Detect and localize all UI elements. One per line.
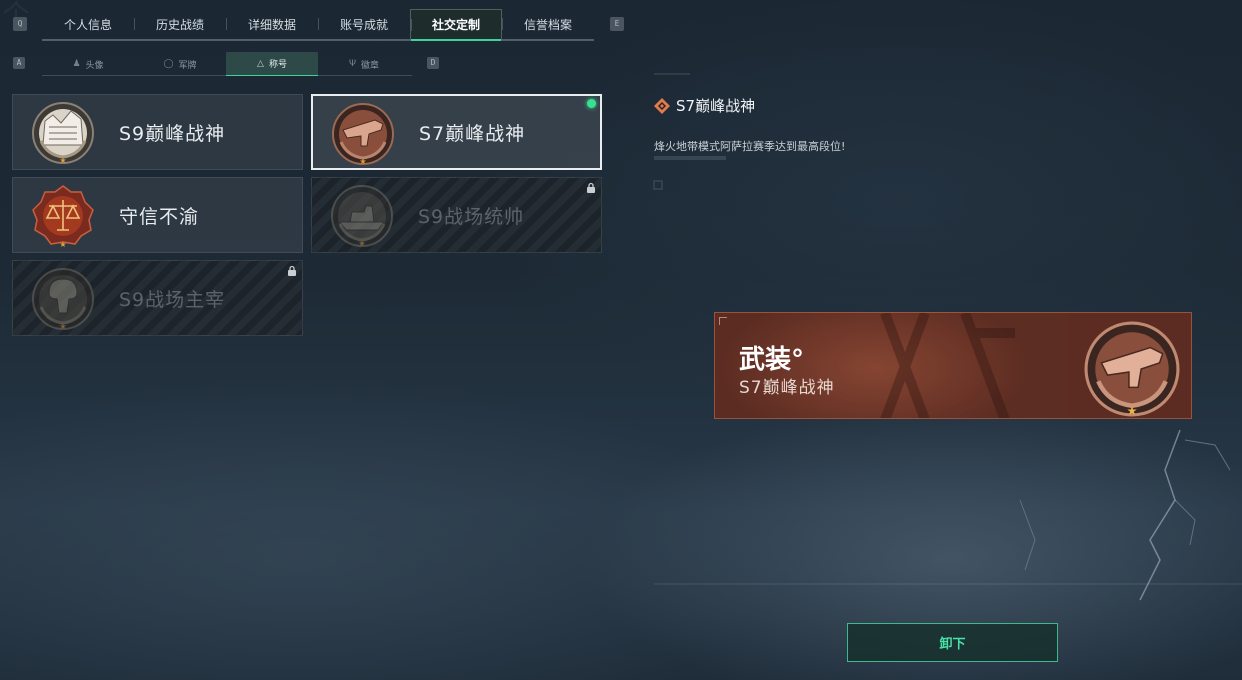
title-card-label: S9战场统帅 [418,205,525,228]
svg-text:★: ★ [1127,404,1138,418]
tab-match-history[interactable]: 历史战绩 [134,9,226,39]
next-tab-key-hint[interactable]: E [610,17,624,31]
gun-emblem-icon: ★ [332,103,394,166]
title-icon: △ [257,58,264,69]
sub-tab-bar: ♟ 头像 ◯ 军牌 △ 称号 Ψ 徽章 [42,52,412,76]
subtab-title[interactable]: △ 称号 [226,52,318,76]
badge-icon: Ψ [348,59,357,69]
preview-category: 武装° [739,345,805,375]
title-card-label: S7巅峰战神 [419,122,526,145]
dogtag-icon: ◯ [163,59,174,69]
title-card-label: S9巅峰战神 [119,122,226,145]
svg-text:★: ★ [358,239,365,248]
preview-corner-bracket [719,317,727,325]
lock-icon [587,182,595,193]
top-tab-bar: 个人信息 历史战绩 详细数据 账号成就 社交定制 信誉档案 [42,9,594,41]
tab-social-customization[interactable]: 社交定制 [410,9,502,41]
warship-emblem-icon: ★ [331,185,393,248]
title-card-keep-faith[interactable]: ★ 守信不渝 [12,177,303,253]
next-subtab-key-hint[interactable]: D [427,57,439,69]
title-preview-plate: 武装° S7巅峰战神 ★ [714,312,1192,419]
preview-title-name: S7巅峰战神 [739,378,835,398]
tab-detailed-stats[interactable]: 详细数据 [226,9,318,39]
title-card-s9-battlefield-ruler[interactable]: ★ S9战场主宰 [12,260,303,336]
equipped-indicator [587,99,596,108]
preview-background-pattern [880,313,1015,418]
fortress-emblem-icon: ★ [32,102,94,165]
gun-emblem-icon: ★ [1084,321,1180,418]
person-icon: ♟ [72,59,81,69]
subtab-avatar[interactable]: ♟ 头像 [42,52,134,76]
tab-achievements[interactable]: 账号成就 [318,9,410,39]
lock-icon [288,265,296,276]
prev-subtab-key-hint[interactable]: A [13,57,25,69]
svg-text:★: ★ [59,322,66,331]
title-card-s7-peak-god[interactable]: ★ S7巅峰战神 [311,94,602,170]
detail-description: 烽火地带模式阿萨拉赛季达到最高段位! [654,140,846,153]
detail-header: S7巅峰战神 [654,95,755,116]
subtab-dogtag-label: 军牌 [178,60,197,71]
title-card-label: S9战场主宰 [119,288,226,311]
unequip-button[interactable]: 卸下 [847,623,1058,662]
subtab-title-label: 称号 [268,60,287,70]
subtab-dogtag[interactable]: ◯ 军牌 [134,52,226,76]
subtab-avatar-label: 头像 [85,60,104,71]
tab-reputation[interactable]: 信誉档案 [502,9,594,39]
title-card-label: 守信不渝 [119,205,200,228]
mushroom-cloud-emblem-icon: ★ [32,268,94,331]
detail-subline [654,156,726,160]
subtab-badge-label: 徽章 [361,60,380,71]
prev-tab-key-hint[interactable]: Q [13,17,27,31]
svg-text:★: ★ [59,240,66,248]
title-diamond-icon [654,97,670,114]
tab-personal-info[interactable]: 个人信息 [42,9,134,39]
scales-emblem-icon: ★ [32,185,94,248]
detail-title: S7巅峰战神 [676,97,756,115]
title-card-s9-battlefield-commander[interactable]: ★ S9战场统帅 [311,177,602,253]
svg-text:★: ★ [359,157,366,166]
title-card-s9-peak-god[interactable]: ★ S9巅峰战神 [12,94,303,170]
svg-text:★: ★ [59,156,66,165]
subtab-badge[interactable]: Ψ 徽章 [318,52,410,76]
